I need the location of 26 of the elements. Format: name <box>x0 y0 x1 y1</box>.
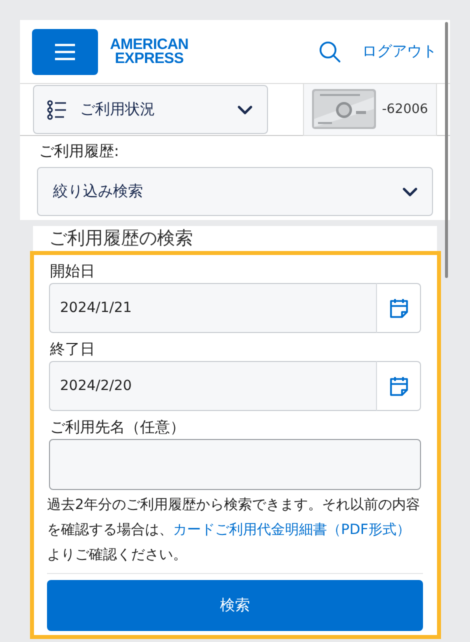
chevron-down-icon <box>237 104 253 114</box>
field-label: 開始日 <box>50 261 96 282</box>
list-icon <box>46 98 68 120</box>
help-text: 過去2年分のご利用履歴から検索できます。それ以前の内容を確認する場合は、カードご利用代金明細書（PDF形式） よりご確認ください。 <box>47 496 421 565</box>
menu-icon <box>54 42 76 60</box>
chevron-down-icon <box>402 186 418 196</box>
date-field[interactable]: 2024/1/21 <box>49 283 377 333</box>
section-label: ご利用履歴: <box>38 142 120 161</box>
status-dropdown[interactable]: ご利用状況 <box>33 85 268 134</box>
date-field[interactable]: 2024/2/20 <box>49 361 377 411</box>
statement-link[interactable]: カードご利用代金明細書（PDF形式） <box>173 522 410 538</box>
field-label: ご利用先名（任意） <box>50 417 186 438</box>
logout-link[interactable]: ログアウト <box>362 42 437 61</box>
menu-button[interactable] <box>32 28 98 74</box>
logo[interactable]: AMERICAN EXPRESS <box>110 38 188 66</box>
calendar-button[interactable] <box>377 361 421 411</box>
card-selector[interactable]: -62006 <box>303 84 437 136</box>
calendar-icon <box>388 375 408 397</box>
input-field[interactable] <box>49 439 421 490</box>
calendar-button[interactable] <box>377 283 421 333</box>
search-button[interactable] <box>318 40 342 64</box>
filter-dropdown[interactable]: 絞り込み検索 <box>37 167 433 216</box>
field-label: 終了日 <box>50 339 96 360</box>
search-button[interactable]: 検索 <box>47 580 423 631</box>
calendar-icon <box>388 297 408 319</box>
section-title: ご利用履歴の検索 <box>33 226 437 251</box>
